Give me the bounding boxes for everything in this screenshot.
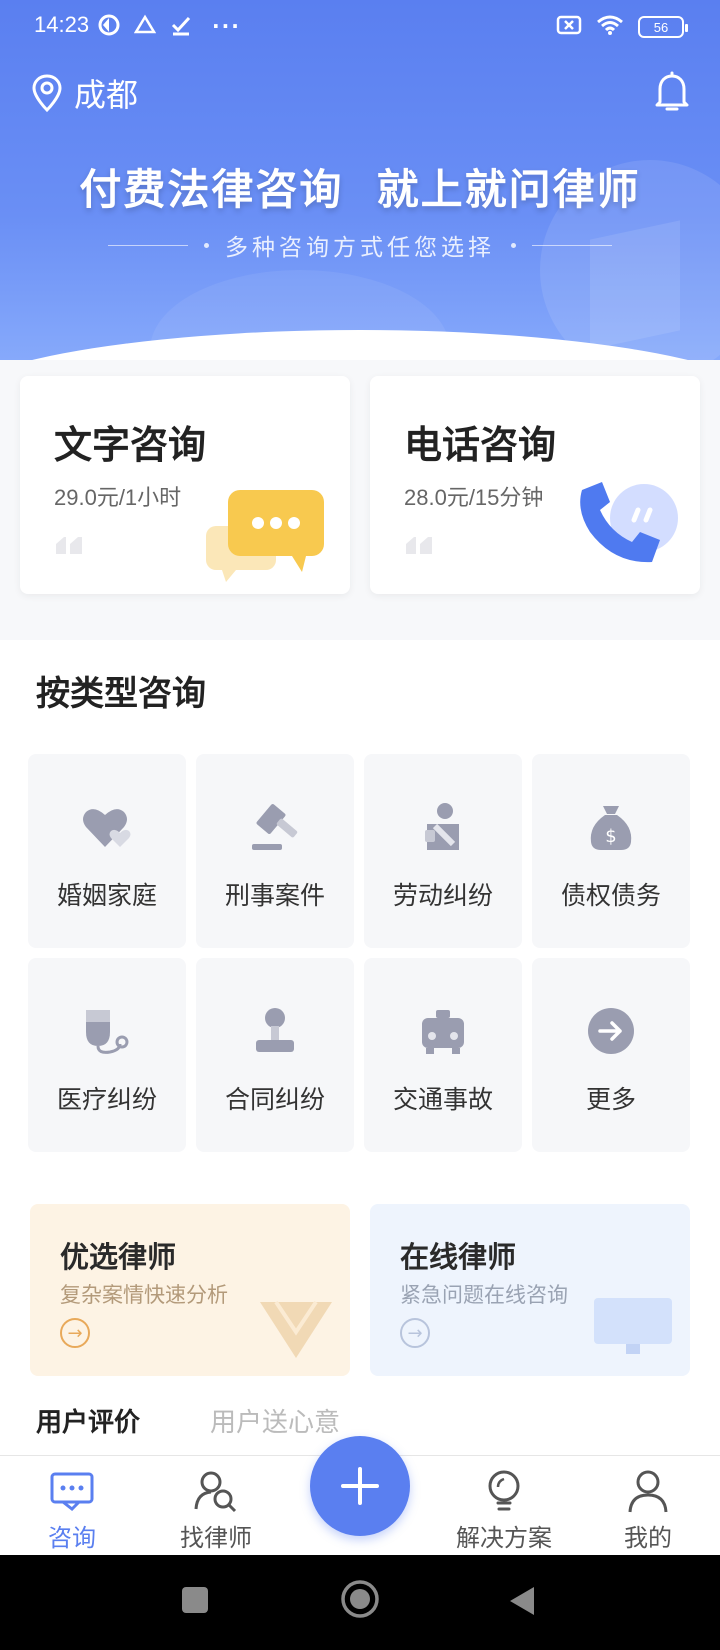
gavel-icon [248,800,302,854]
card-price: 29.0元/1小时 [54,485,182,510]
category-labor[interactable]: 劳动纠纷 [364,754,522,948]
system-nav-bar [0,1555,720,1650]
sync-icon [98,14,120,36]
monitor-icon [594,1298,672,1354]
category-section-title: 按类型咨询 [36,674,206,714]
status-time: 14:23 [34,12,90,37]
money-bag-icon: $ [584,800,638,854]
card-title: 电话咨询 [404,423,557,467]
header-banner: 14:23 ··· 56 成都 付费法律咨询 就上就问律师 多种咨询方式任您选择 [0,0,720,360]
medical-icon [80,1004,134,1058]
car-icon [416,1004,470,1058]
promo-title: 在线律师 [400,1240,517,1274]
home-button[interactable] [340,1579,380,1619]
tab-label: 我的 [624,1524,672,1552]
category-label: 刑事案件 [224,881,325,910]
location-selector[interactable]: 成都 [30,70,138,116]
category-medical[interactable]: 医疗纠纷 [28,958,186,1152]
banner-title: 付费法律咨询 就上就问律师 [79,165,641,214]
check-icon [170,14,192,36]
drive-icon [133,14,157,36]
category-grid: 婚姻家庭 刑事案件 劳动纠纷 $ 债权债务 医疗纠纷 合同纠纷 交通事故 更多 [28,754,692,1152]
tab-label: 找律师 [180,1524,252,1552]
banner-subtitle-row: 多种咨询方式任您选择 [0,228,720,262]
consult-cards-area: 文字咨询 29.0元/1小时 电话咨询 28.0元/15分钟 [0,360,720,640]
diamond-icon [260,1300,332,1358]
card-price: 28.0元/15分钟 [404,485,544,510]
main-content: 文字咨询 29.0元/1小时 电话咨询 28.0元/15分钟 按类型咨询 婚姻家… [0,360,720,1455]
add-button[interactable] [310,1436,410,1536]
more-notifications: ··· [212,14,241,38]
divider [532,244,612,246]
hearts-icon [80,800,134,854]
battery-indicator: 56 [638,16,688,38]
worker-icon [416,800,470,854]
promo-subtitle: 紧急问题在线咨询 [400,1283,568,1307]
category-more[interactable]: 更多 [532,958,690,1152]
lightbulb-icon [481,1468,527,1514]
stamp-icon [248,1004,302,1058]
category-label: 交通事故 [392,1085,493,1114]
svg-text:$: $ [605,826,616,847]
city-label: 成都 [74,76,139,114]
category-contract[interactable]: 合同纠纷 [196,958,354,1152]
text-consult-card[interactable]: 文字咨询 29.0元/1小时 [20,376,350,594]
category-label: 合同纠纷 [224,1085,325,1114]
quote-icon [406,537,432,554]
location-pin-icon [32,74,62,113]
bell-icon[interactable] [652,70,692,114]
category-label: 婚姻家庭 [56,881,157,910]
tab-label: 咨询 [48,1524,96,1552]
arrow-right-icon[interactable]: → [60,1318,90,1348]
chat-icon [49,1468,95,1514]
divider-dot [511,242,516,248]
wifi-icon [596,14,624,40]
status-bar: 14:23 ··· 56 [0,0,720,56]
status-system-icons: 56 [556,14,688,40]
tab-consult[interactable]: 咨询 [12,1468,132,1553]
card-title: 文字咨询 [54,423,207,467]
plus-icon [341,1467,379,1505]
tab-mine[interactable]: 我的 [588,1468,708,1553]
category-label: 医疗纠纷 [56,1085,157,1114]
online-lawyer-card[interactable]: 在线律师 紧急问题在线咨询 → [370,1204,690,1376]
category-marriage[interactable]: 婚姻家庭 [28,754,186,948]
phone-icon [580,482,678,563]
promo-title: 优选律师 [60,1240,177,1274]
recent-apps-button[interactable] [180,1585,210,1615]
tab-solutions[interactable]: 解决方案 [444,1468,564,1553]
divider-dot [204,242,209,248]
arrow-right-icon[interactable]: → [400,1318,430,1348]
banner-subtitle: 多种咨询方式任您选择 [225,235,495,261]
tab-user-reviews[interactable]: 用户评价 [36,1402,140,1439]
sim-x-icon [556,14,582,40]
status-notification-icons: ··· [98,14,241,38]
tab-find-lawyer[interactable]: 找律师 [156,1468,276,1553]
category-label: 劳动纠纷 [392,881,493,910]
phone-consult-card[interactable]: 电话咨询 28.0元/15分钟 [370,376,700,594]
person-icon [625,1468,671,1514]
tab-user-gifts[interactable]: 用户送心意 [210,1402,340,1439]
category-label: 更多 [585,1085,636,1114]
promo-subtitle: 复杂案情快速分析 [60,1283,228,1307]
arrow-right-icon [584,1004,638,1058]
tab-label: 解决方案 [456,1524,552,1552]
category-debt[interactable]: $ 债权债务 [532,754,690,948]
category-criminal[interactable]: 刑事案件 [196,754,354,948]
divider [108,244,188,246]
category-traffic[interactable]: 交通事故 [364,958,522,1152]
back-button[interactable] [508,1585,536,1617]
category-label: 债权债务 [560,881,661,910]
find-lawyer-icon [193,1468,239,1514]
quote-icon [56,537,82,554]
premium-lawyer-card[interactable]: 优选律师 复杂案情快速分析 → [30,1204,350,1376]
chat-bubble-icon [206,490,324,582]
